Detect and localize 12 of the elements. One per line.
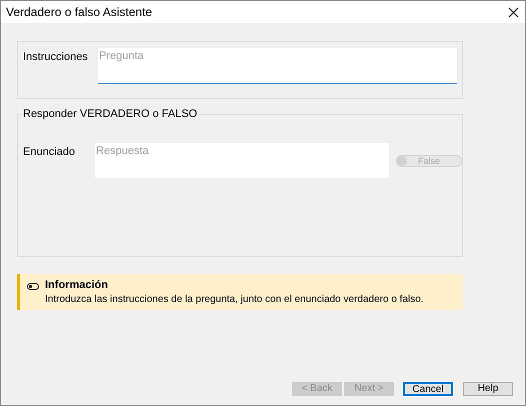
statement-label: Enunciado xyxy=(23,145,76,160)
dialog-button[interactable]: Help xyxy=(463,382,513,396)
group-title: Responder VERDADERO o FALSO xyxy=(23,108,200,120)
answer-field[interactable]: Respuesta xyxy=(95,143,389,178)
close-icon xyxy=(508,6,518,18)
info-message: Introduzca las instrucciones de la pregunta, junto con el enunciado verdadero o falso. xyxy=(45,294,424,306)
window-title: Verdadero o falso Asistente xyxy=(6,4,152,21)
question-field[interactable]: Pregunta xyxy=(98,48,457,84)
toggle-icon xyxy=(27,283,39,290)
dialog-button[interactable]: Cancel xyxy=(403,382,453,396)
instructions-label: Instrucciones xyxy=(23,50,89,65)
info-title: Información xyxy=(45,279,109,292)
